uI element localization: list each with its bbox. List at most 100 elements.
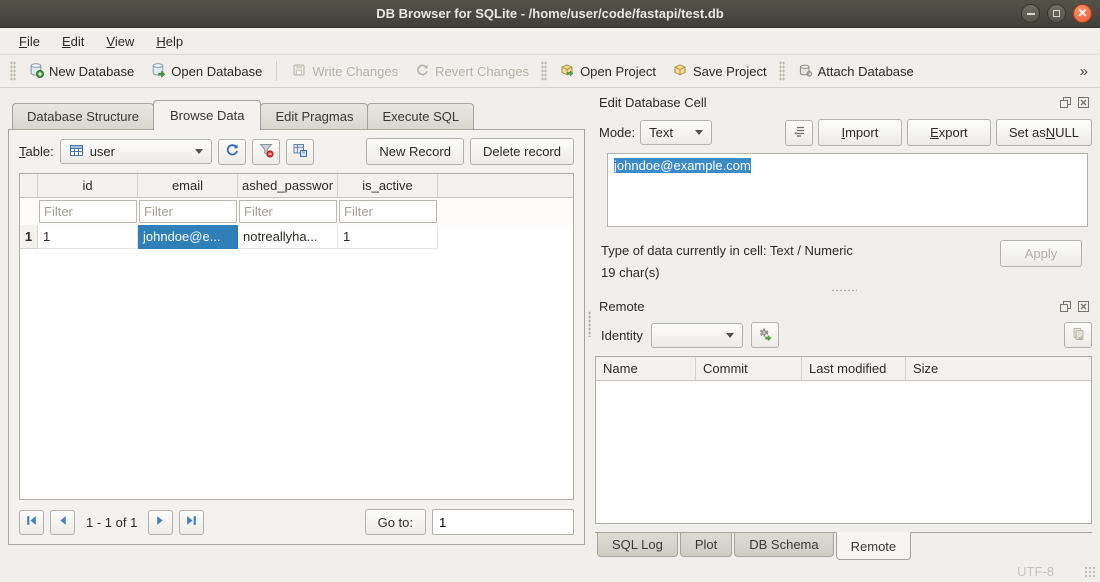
table-label: Table:	[19, 144, 54, 159]
new-database-icon	[28, 62, 44, 81]
chevron-down-icon	[195, 149, 203, 154]
float-dock-button[interactable]	[1058, 299, 1072, 313]
titlebar: DB Browser for SQLite - /home/user/code/…	[0, 0, 1100, 28]
remote-column-size[interactable]: Size	[906, 357, 1091, 380]
identity-select[interactable]	[651, 323, 743, 348]
window-controls: ✕	[1021, 4, 1092, 23]
goto-record-input[interactable]	[432, 509, 574, 535]
identity-settings-button[interactable]	[751, 322, 779, 348]
remote-column-name[interactable]: Name	[596, 357, 696, 380]
toolbar-overflow-button[interactable]: »	[1074, 63, 1094, 80]
minimize-button[interactable]	[1021, 4, 1040, 23]
close-dock-button[interactable]	[1076, 95, 1090, 109]
open-database-button[interactable]: Open Database	[142, 58, 270, 85]
app-window: DB Browser for SQLite - /home/user/code/…	[0, 0, 1100, 582]
tab-edit-pragmas[interactable]: Edit Pragmas	[260, 103, 368, 129]
filter-input-is-active[interactable]	[339, 200, 437, 223]
grid-header: id email ashed_passwor is_active	[20, 174, 573, 198]
grid-empty-area[interactable]	[20, 249, 573, 499]
import-button[interactable]: Import	[818, 119, 902, 146]
remote-file-table: Name Commit Last modified Size	[595, 356, 1092, 524]
filter-cell	[238, 200, 338, 223]
cell-is-active[interactable]: 1	[338, 225, 438, 249]
remote-table-empty-area[interactable]	[596, 381, 1091, 523]
filter-cell	[38, 200, 138, 223]
maximize-button[interactable]	[1047, 4, 1066, 23]
cell-info-row: Type of data currently in cell: Text / N…	[601, 240, 1082, 284]
cell-email-selected[interactable]: johndoe@e...	[138, 225, 238, 249]
table-row: 1 1 johndoe@e... notreallyha... 1	[20, 225, 573, 249]
filter-input-email[interactable]	[139, 200, 237, 223]
grid-header-filler	[438, 174, 573, 197]
splitter-handle-dots	[831, 289, 857, 292]
column-header-id[interactable]: id	[38, 174, 138, 197]
tab-sql-log[interactable]: SQL Log	[597, 533, 678, 557]
tab-database-structure[interactable]: Database Structure	[12, 103, 154, 129]
dock-splitter[interactable]	[595, 284, 1092, 296]
toolbar-drag-handle[interactable]	[541, 61, 547, 81]
word-wrap-button[interactable]	[785, 120, 813, 146]
set-as-null-button[interactable]: Set as NULL	[996, 119, 1092, 146]
mode-select[interactable]: Text	[640, 120, 712, 145]
filter-input-id[interactable]	[39, 200, 137, 223]
encoding-indicator[interactable]: UTF-8	[1017, 564, 1054, 579]
toolbar-drag-handle[interactable]	[10, 61, 16, 81]
menu-edit[interactable]: Edit	[51, 30, 95, 53]
tab-execute-sql[interactable]: Execute SQL	[367, 103, 474, 129]
export-button[interactable]: Export	[907, 119, 991, 146]
tab-plot[interactable]: Plot	[680, 533, 732, 557]
tab-db-schema[interactable]: DB Schema	[734, 533, 833, 557]
goto-button[interactable]: Go to:	[365, 509, 426, 535]
filter-cell	[138, 200, 238, 223]
menu-help[interactable]: Help	[145, 30, 194, 53]
save-results-button[interactable]	[286, 139, 314, 165]
cell-content-editor[interactable]: johndoe@example.com	[607, 153, 1088, 227]
new-database-button[interactable]: New Database	[20, 58, 142, 85]
new-record-button[interactable]: New Record	[366, 138, 464, 165]
toolbar-separator	[276, 61, 277, 81]
window-title: DB Browser for SQLite - /home/user/code/…	[0, 6, 1100, 21]
next-page-button[interactable]	[148, 510, 173, 535]
resize-grip[interactable]	[1084, 566, 1097, 578]
clear-filters-button[interactable]	[252, 139, 280, 165]
cell-id[interactable]: 1	[38, 225, 138, 249]
close-dock-button[interactable]	[1076, 299, 1090, 313]
tab-remote[interactable]: Remote	[836, 532, 912, 560]
cell-char-count: 19 char(s)	[601, 262, 853, 284]
close-button[interactable]: ✕	[1073, 4, 1092, 23]
column-header-hashed-password[interactable]: ashed_passwor	[238, 174, 338, 197]
previous-page-button[interactable]	[50, 510, 75, 535]
main-tabbar: Database Structure Browse Data Edit Prag…	[8, 100, 585, 129]
menu-file[interactable]: File	[8, 30, 51, 53]
cell-hashed-password[interactable]: notreallyha...	[238, 225, 338, 249]
identity-label: Identity	[601, 328, 643, 343]
next-page-icon	[154, 514, 167, 530]
clone-database-button	[1064, 322, 1092, 348]
delete-record-button[interactable]: Delete record	[470, 138, 574, 165]
row-number[interactable]: 1	[20, 225, 38, 249]
dock-controls	[1058, 299, 1090, 313]
toolbar-drag-handle[interactable]	[779, 61, 785, 81]
last-page-button[interactable]	[179, 510, 204, 535]
tab-browse-data[interactable]: Browse Data	[153, 100, 261, 130]
open-database-icon	[150, 62, 166, 81]
filter-input-hashed-password[interactable]	[239, 200, 337, 223]
record-range-status: 1 - 1 of 1	[86, 515, 137, 530]
mode-label: Mode:	[599, 125, 635, 140]
float-dock-button[interactable]	[1058, 95, 1072, 109]
remote-column-last-modified[interactable]: Last modified	[802, 357, 906, 380]
remote-column-commit[interactable]: Commit	[696, 357, 802, 380]
pane-splitter[interactable]	[585, 88, 593, 560]
save-project-icon	[672, 62, 688, 81]
table-select[interactable]: user	[60, 139, 212, 164]
first-page-button[interactable]	[19, 510, 44, 535]
refresh-button[interactable]	[218, 139, 246, 165]
menu-view[interactable]: View	[95, 30, 145, 53]
open-project-button[interactable]: Open Project	[551, 58, 664, 85]
column-header-email[interactable]: email	[138, 174, 238, 197]
previous-page-icon	[56, 514, 69, 530]
chevron-down-icon	[695, 130, 703, 135]
column-header-is-active[interactable]: is_active	[338, 174, 438, 197]
attach-database-button[interactable]: Attach Database	[789, 58, 922, 85]
save-project-button[interactable]: Save Project	[664, 58, 775, 85]
